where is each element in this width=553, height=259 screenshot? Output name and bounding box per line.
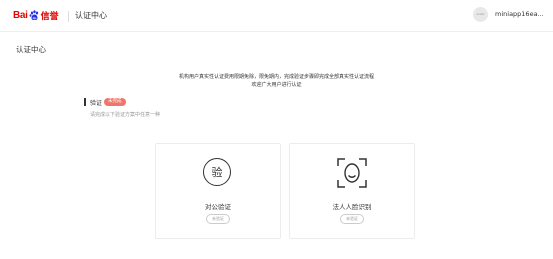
card-status-tag: 未验证 xyxy=(340,214,364,224)
header-divider xyxy=(68,11,69,22)
top-header: Bai du 信誉 认证中心 avatar miniapp16ea... xyxy=(0,0,553,32)
notice-line-2: 欢迎广大用户进行认证 xyxy=(251,82,302,88)
page-title: 认证中心 xyxy=(16,45,46,54)
avatar-text: avatar xyxy=(476,13,485,16)
status-badge: 未完成 xyxy=(104,98,126,106)
user-avatar[interactable]: avatar xyxy=(473,7,488,22)
face-recognition-card[interactable]: 法人人脸识别 未验证 xyxy=(289,143,415,239)
card-title: 法人人脸识别 xyxy=(332,203,372,211)
header-page-name: 认证中心 xyxy=(75,11,107,20)
notice-line-1: 机构用户真实性认证费用限期免除，限免期内，完成验证步骤即完成全部真实性认证流程 xyxy=(178,74,374,80)
card-status-tag: 未验证 xyxy=(206,214,230,224)
section-label: 验证 xyxy=(90,100,103,107)
section-marker xyxy=(84,98,86,106)
logo-xinyu-text: 信誉 xyxy=(40,11,59,22)
section-hint: 请完成以下验证方案中任意一种 xyxy=(90,112,161,118)
baidu-xinyu-logo[interactable]: Bai du 信誉 xyxy=(13,7,59,23)
user-name[interactable]: miniapp16ea... xyxy=(495,10,544,18)
verify-char-icon: 验 xyxy=(203,158,233,188)
logo-bai-text: Bai xyxy=(13,9,28,21)
svg-text:du: du xyxy=(32,15,36,19)
corporate-verify-card[interactable]: 验 对公验证 未验证 xyxy=(155,143,281,239)
verify-char: 验 xyxy=(211,166,223,179)
card-title: 对公验证 xyxy=(205,203,231,211)
baidu-paw-icon: du xyxy=(29,9,38,20)
face-scan-icon xyxy=(337,158,367,188)
